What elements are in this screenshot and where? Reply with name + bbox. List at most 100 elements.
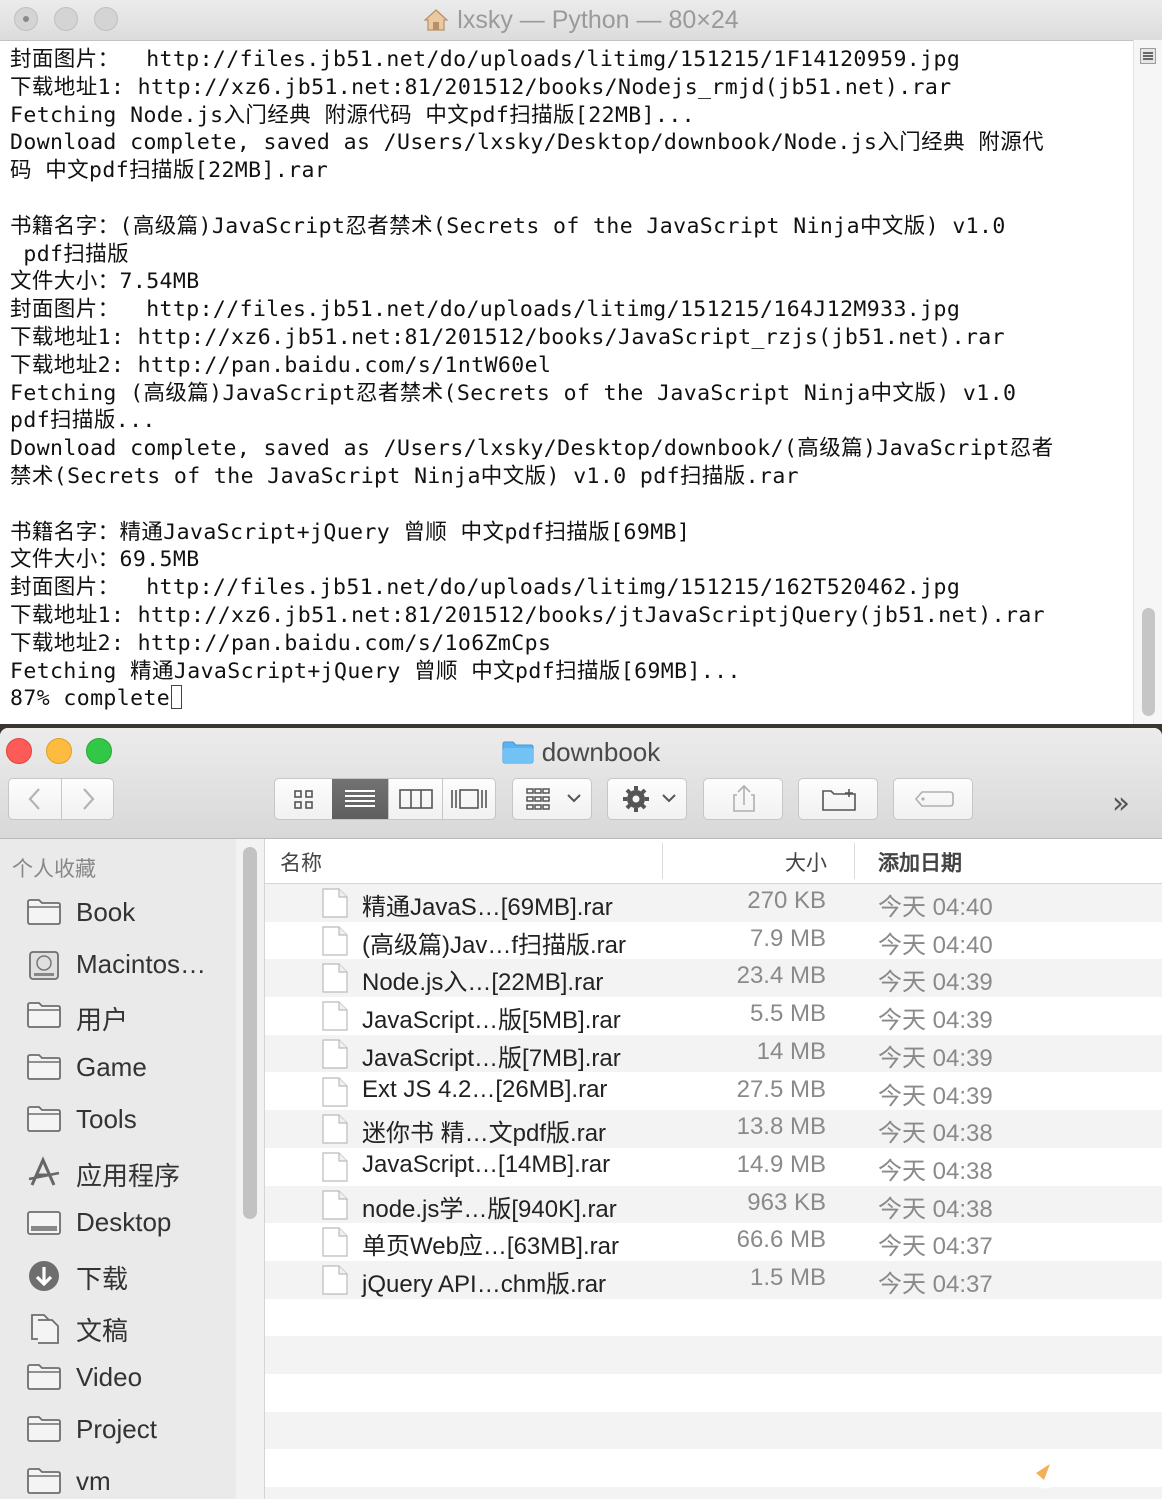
- icon-view-button[interactable]: [275, 779, 331, 819]
- split-pane-icon[interactable]: [1140, 48, 1156, 64]
- file-date: 今天 04:37: [878, 1233, 993, 1261]
- terminal-scrollbar[interactable]: [1133, 40, 1162, 724]
- terminal-line: Fetching Node.js入门经典 附源代码 中文pdf扫描版[22MB]…: [10, 102, 696, 128]
- terminal-line: 下载地址1: http://xz6.jb51.net:81/201512/boo…: [10, 74, 952, 100]
- sidebar-item-label: Tools: [76, 1103, 137, 1134]
- new-folder-button[interactable]: [798, 778, 878, 820]
- file-row[interactable]: 迷你书 精…文pdf版.rar 13.8 MB 今天 04:38: [265, 1110, 1162, 1148]
- sidebar-item-label: Video: [76, 1362, 143, 1393]
- sidebar-item[interactable]: 文稿: [24, 1303, 234, 1353]
- file-date: 今天 04:39: [878, 1007, 993, 1035]
- file-name: JavaScript…版[5MB].rar: [362, 1007, 621, 1035]
- column-header-name[interactable]: 名称: [280, 847, 322, 877]
- finder-title: downbook: [0, 734, 1162, 770]
- file-row[interactable]: Node.js入…[22MB].rar 23.4 MB 今天 04:39: [265, 959, 1162, 998]
- sidebar-item-macintos[interactable]: Macintos…: [24, 941, 234, 991]
- file-date: 今天 04:38: [878, 1157, 993, 1185]
- document-icon: [322, 1039, 348, 1069]
- file-size: 13.8 MB: [736, 1113, 826, 1141]
- column-header-size[interactable]: 大小: [785, 847, 827, 877]
- terminal-line: 书籍名字：(高级篇)JavaScript忍者禁术(Secrets of the …: [10, 213, 1006, 239]
- sidebar-item-label: 应用程序: [76, 1160, 181, 1191]
- gear-icon: [623, 786, 676, 812]
- file-row[interactable]: 精通JavaS…[69MB].rar 270 KB 今天 04:40: [265, 884, 1162, 922]
- sidebar-scroll-thumb[interactable]: [243, 847, 257, 1219]
- file-size: 1.5 MB: [749, 1264, 826, 1291]
- file-name: 迷你书 精…文pdf版.rar: [362, 1120, 607, 1148]
- sidebar-item[interactable]: 用户: [24, 992, 234, 1042]
- sidebar-item-tools[interactable]: Tools: [24, 1096, 234, 1146]
- sidebar-item-video[interactable]: Video: [24, 1354, 234, 1404]
- file-row[interactable]: JavaScript…版[5MB].rar 5.5 MB 今天 04:39: [265, 997, 1162, 1035]
- sidebar-item-project[interactable]: Project: [24, 1406, 234, 1456]
- file-row[interactable]: jQuery API…chm版.rar 1.5 MB 今天 04:37: [265, 1261, 1162, 1299]
- empty-row: [265, 1299, 1162, 1337]
- terminal-line: 封面图片： http://files.jb51.net/do/uploads/l…: [10, 47, 961, 72]
- file-list: 名称 大小 添加日期 精通JavaS…[69MB].rar 270 KB 今天 04…: [265, 839, 1162, 1499]
- file-row[interactable]: 单页Web应…[63MB].rar 66.6 MB 今天 04:37: [265, 1223, 1162, 1261]
- view-mode-control: [274, 778, 496, 820]
- sidebar-item-vm[interactable]: vm: [24, 1458, 234, 1499]
- empty-row: [265, 1336, 1162, 1375]
- sidebar-item-game[interactable]: Game: [24, 1044, 234, 1094]
- share-button[interactable]: [703, 778, 783, 820]
- sidebar-item[interactable]: 下载: [24, 1251, 234, 1301]
- terminal-line: Fetching (高级篇)JavaScript忍者禁术(Secrets of …: [10, 380, 1017, 406]
- sidebar-item-label: Book: [76, 897, 136, 927]
- share-icon: [733, 784, 755, 812]
- sidebar-item[interactable]: 应用程序: [24, 1148, 234, 1198]
- back-forward-group: [8, 778, 114, 820]
- cover-flow-button[interactable]: [443, 779, 496, 819]
- folder-icon: [27, 899, 61, 925]
- column-view-button[interactable]: [389, 779, 443, 819]
- folder-icon: [502, 741, 534, 764]
- forward-button[interactable]: [62, 779, 114, 819]
- file-date: 今天 04:40: [878, 931, 993, 959]
- file-row[interactable]: Ext JS 4.2…[26MB].rar 27.5 MB 今天 04:39: [265, 1073, 1162, 1111]
- terminal-title-text: lxsky — Python — 80×24: [457, 6, 739, 34]
- file-size: 7.9 MB: [749, 924, 826, 952]
- column-header-date[interactable]: 添加日期: [878, 847, 962, 877]
- watermark: 创新互联: [1026, 1452, 1158, 1492]
- terminal-window: lxsky — Python — 80×24 封面图片： http://file…: [0, 0, 1162, 724]
- action-button[interactable]: [607, 778, 687, 820]
- file-row[interactable]: JavaScript…版[7MB].rar 14 MB 今天 04:39: [265, 1034, 1162, 1073]
- terminal-line: 书籍名字：精通JavaScript+jQuery 曾顺 中文pdf扫描版[69M…: [10, 519, 691, 545]
- watermark-text: 创新互联: [1068, 1460, 1148, 1484]
- document-icon: [322, 926, 348, 956]
- sidebar-scrollbar[interactable]: [236, 839, 265, 1499]
- list-view-button[interactable]: [332, 779, 388, 819]
- back-button[interactable]: [9, 779, 61, 819]
- empty-row: [265, 1411, 1162, 1450]
- document-icon: [322, 1152, 348, 1182]
- file-size: 14.9 MB: [736, 1150, 826, 1178]
- file-row[interactable]: (高级篇)Jav…f扫描版.rar 7.9 MB 今天 04:40: [265, 922, 1162, 960]
- list-header: 名称 大小 添加日期: [265, 839, 1162, 884]
- sidebar-heading: 个人收藏: [12, 857, 96, 881]
- folder-icon: [27, 1054, 61, 1080]
- terminal-titlebar[interactable]: lxsky — Python — 80×24: [0, 0, 1162, 41]
- folder-icon: [27, 1364, 61, 1391]
- terminal-line: Download complete, saved as /Users/lxsky…: [10, 436, 1054, 462]
- document-icon: [322, 1227, 348, 1257]
- sidebar-item-desktop[interactable]: Desktop: [24, 1199, 234, 1249]
- tags-button[interactable]: [893, 778, 973, 820]
- document-icon: [322, 888, 348, 918]
- file-date: 今天 04:38: [878, 1195, 993, 1223]
- folder-icon: [27, 1467, 61, 1494]
- document-icon: [322, 963, 348, 993]
- terminal-output[interactable]: 封面图片： http://files.jb51.net/do/uploads/l…: [10, 46, 1130, 722]
- file-date: 今天 04:39: [878, 1044, 993, 1072]
- terminal-scroll-thumb[interactable]: [1142, 608, 1155, 716]
- file-row[interactable]: JavaScript…[14MB].rar 14.9 MB 今天 04:38: [265, 1148, 1162, 1186]
- file-size: 5.5 MB: [749, 1000, 826, 1028]
- sidebar-item-book[interactable]: Book: [24, 889, 234, 939]
- applications-icon: [28, 1155, 60, 1186]
- toolbar-overflow-icon[interactable]: ››: [1112, 786, 1130, 821]
- terminal-line: 文件大小：69.5MB: [10, 547, 200, 573]
- file-name: 精通JavaS…[69MB].rar: [362, 894, 613, 921]
- arrange-button[interactable]: [512, 778, 592, 820]
- document-icon: [322, 1189, 348, 1220]
- file-row[interactable]: node.js学…版[940K].rar 963 KB 今天 04:38: [265, 1185, 1162, 1224]
